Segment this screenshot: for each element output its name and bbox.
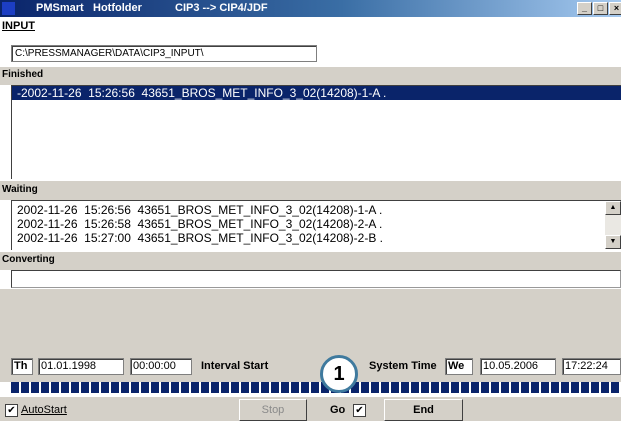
progress-block bbox=[221, 382, 229, 393]
progress-block bbox=[21, 382, 29, 393]
finished-header: Finished bbox=[0, 66, 621, 85]
progress-block bbox=[131, 382, 139, 393]
interval-day-field[interactable]: Th bbox=[11, 358, 33, 375]
progress-block bbox=[611, 382, 619, 393]
progress-block bbox=[471, 382, 479, 393]
maximize-button[interactable]: □ bbox=[593, 2, 608, 15]
progress-block bbox=[451, 382, 459, 393]
progress-block bbox=[591, 382, 599, 393]
progress-block bbox=[531, 382, 539, 393]
converting-label: Converting bbox=[2, 254, 55, 265]
finished-row[interactable]: -2002-11-26 15:26:56 43651_BROS_MET_INFO… bbox=[12, 86, 621, 100]
system-time-label: System Time bbox=[369, 360, 437, 372]
progress-block bbox=[441, 382, 449, 393]
progress-block bbox=[241, 382, 249, 393]
progress-block bbox=[121, 382, 129, 393]
callout-marker: 1 bbox=[320, 355, 358, 393]
progress-block bbox=[211, 382, 219, 393]
progress-block bbox=[91, 382, 99, 393]
progress-block bbox=[71, 382, 79, 393]
progress-block bbox=[41, 382, 49, 393]
progress-block bbox=[151, 382, 159, 393]
progress-bar bbox=[11, 382, 621, 393]
progress-block bbox=[31, 382, 39, 393]
progress-block bbox=[391, 382, 399, 393]
waiting-row[interactable]: 2002-11-26 15:26:56 43651_BROS_MET_INFO_… bbox=[12, 203, 621, 217]
progress-block bbox=[111, 382, 119, 393]
waiting-row[interactable]: 2002-11-26 15:27:00 43651_BROS_MET_INFO_… bbox=[12, 231, 621, 245]
progress-block bbox=[251, 382, 259, 393]
progress-block bbox=[371, 382, 379, 393]
progress-block bbox=[551, 382, 559, 393]
app-name: PMSmart bbox=[36, 2, 84, 14]
progress-block bbox=[281, 382, 289, 393]
progress-block bbox=[11, 382, 19, 393]
progress-block bbox=[461, 382, 469, 393]
progress-block bbox=[561, 382, 569, 393]
progress-block bbox=[261, 382, 269, 393]
title-conversion: CIP3 --> CIP4/JDF bbox=[175, 2, 268, 14]
input-path-field[interactable]: C:\PRESSMANAGER\DATA\CIP3_INPUT\ bbox=[11, 45, 317, 62]
progress-block bbox=[141, 382, 149, 393]
progress-block bbox=[301, 382, 309, 393]
progress-block bbox=[571, 382, 579, 393]
progress-block bbox=[381, 382, 389, 393]
progress-block bbox=[601, 382, 609, 393]
progress-block bbox=[491, 382, 499, 393]
control-bar: ✔ AutoStart Stop Go ✔ End bbox=[0, 396, 621, 421]
converting-header: Converting bbox=[0, 251, 621, 270]
progress-block bbox=[201, 382, 209, 393]
progress-block bbox=[171, 382, 179, 393]
title-bar: PMSmart Hotfolder CIP3 --> CIP4/JDF _ □ … bbox=[0, 0, 621, 17]
progress-block bbox=[521, 382, 529, 393]
end-button[interactable]: End bbox=[384, 399, 463, 421]
interval-date-field[interactable]: 01.01.1998 bbox=[38, 358, 124, 375]
input-label: INPUT bbox=[2, 20, 35, 32]
progress-block bbox=[51, 382, 59, 393]
progress-block bbox=[231, 382, 239, 393]
stop-button[interactable]: Stop bbox=[239, 399, 307, 421]
progress-block bbox=[361, 382, 369, 393]
progress-block bbox=[511, 382, 519, 393]
progress-block bbox=[481, 382, 489, 393]
autostart-label[interactable]: AutoStart bbox=[21, 404, 67, 416]
waiting-header: Waiting bbox=[0, 180, 621, 200]
progress-block bbox=[421, 382, 429, 393]
finished-label: Finished bbox=[2, 69, 44, 80]
minimize-button[interactable]: _ bbox=[577, 2, 592, 15]
progress-block bbox=[581, 382, 589, 393]
progress-block bbox=[271, 382, 279, 393]
close-button[interactable]: × bbox=[609, 2, 621, 15]
progress-block bbox=[311, 382, 319, 393]
progress-block bbox=[501, 382, 509, 393]
title-hotfolder: Hotfolder bbox=[93, 2, 142, 14]
go-checkbox[interactable]: ✔ bbox=[353, 404, 366, 417]
progress-block bbox=[81, 382, 89, 393]
progress-block bbox=[431, 382, 439, 393]
system-day-field[interactable]: We bbox=[445, 358, 473, 375]
finished-list[interactable]: -2002-11-26 15:26:56 43651_BROS_MET_INFO… bbox=[11, 85, 621, 179]
progress-block bbox=[161, 382, 169, 393]
waiting-list[interactable]: 2002-11-26 15:26:56 43651_BROS_MET_INFO_… bbox=[11, 200, 621, 250]
progress-block bbox=[61, 382, 69, 393]
system-time-field[interactable]: 17:22:24 bbox=[562, 358, 621, 375]
system-date-field[interactable]: 10.05.2006 bbox=[480, 358, 556, 375]
autostart-checkbox[interactable]: ✔ bbox=[5, 404, 18, 417]
progress-block bbox=[541, 382, 549, 393]
waiting-row[interactable]: 2002-11-26 15:26:58 43651_BROS_MET_INFO_… bbox=[12, 217, 621, 231]
scroll-up-icon[interactable]: ▲ bbox=[605, 201, 621, 215]
converting-field[interactable] bbox=[11, 270, 621, 288]
scroll-down-icon[interactable]: ▼ bbox=[605, 235, 621, 249]
app-icon bbox=[2, 2, 15, 15]
progress-block bbox=[411, 382, 419, 393]
go-label: Go bbox=[330, 404, 346, 416]
progress-block bbox=[401, 382, 409, 393]
progress-block bbox=[191, 382, 199, 393]
interval-start-label: Interval Start bbox=[201, 360, 269, 372]
progress-block bbox=[181, 382, 189, 393]
interval-time-field[interactable]: 00:00:00 bbox=[130, 358, 192, 375]
progress-block bbox=[291, 382, 299, 393]
waiting-label: Waiting bbox=[2, 184, 38, 195]
progress-block bbox=[101, 382, 109, 393]
